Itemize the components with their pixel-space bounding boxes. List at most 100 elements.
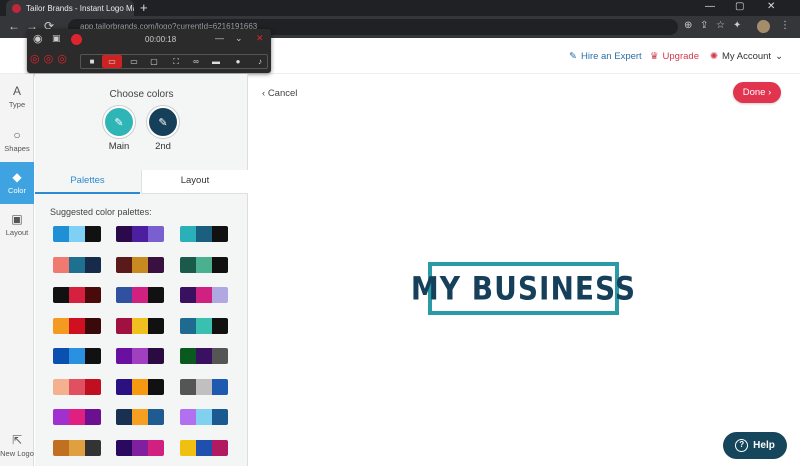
- bookmark-star-icon[interactable]: ☆: [716, 20, 725, 31]
- recorder-menu-icon[interactable]: ◉: [33, 32, 43, 45]
- palette-option[interactable]: [116, 287, 164, 303]
- palette-color-chip: [85, 317, 101, 334]
- palette-option[interactable]: [53, 317, 101, 334]
- palette-option[interactable]: [53, 439, 101, 456]
- palette-option[interactable]: [116, 439, 164, 456]
- record-button[interactable]: [71, 34, 82, 45]
- recorder-collapse-icon[interactable]: ⌄: [235, 33, 243, 44]
- palette-color-chip: [148, 256, 164, 273]
- palette-option[interactable]: [53, 226, 101, 242]
- type-icon: A: [12, 84, 21, 98]
- palette-color-chip: [132, 378, 148, 395]
- link-icon[interactable]: ∞: [186, 55, 206, 68]
- back-arrow-icon[interactable]: ←: [8, 19, 20, 33]
- palette-option[interactable]: [53, 348, 101, 364]
- palette-color-chip: [132, 409, 148, 425]
- close-window-button[interactable]: ✕: [767, 1, 775, 12]
- palette-option[interactable]: [53, 409, 101, 425]
- palette-color-chip: [116, 287, 132, 303]
- window-icon[interactable]: ▢: [144, 55, 164, 68]
- screen-webcam-icon[interactable]: ▭: [102, 55, 122, 68]
- logo-preview[interactable]: MY BUSINESS: [411, 262, 635, 315]
- palette-option[interactable]: [116, 226, 164, 242]
- palette-option[interactable]: [116, 256, 164, 273]
- palette-color-chip: [132, 226, 148, 242]
- droplet-icon: ◆: [12, 170, 22, 184]
- palette-color-chip: [180, 378, 196, 395]
- palette-color-chip: [53, 226, 69, 242]
- main-color-picker[interactable]: ✎: [103, 106, 135, 138]
- palette-color-chip: [85, 256, 101, 273]
- rail-item-color[interactable]: ◆ Color: [0, 162, 34, 204]
- new-logo-button[interactable]: ⇱ New Logo: [0, 433, 34, 463]
- palette-option[interactable]: [180, 409, 228, 425]
- palette-color-chip: [85, 287, 101, 303]
- cancel-button[interactable]: ‹ Cancel: [262, 88, 297, 99]
- palette-option[interactable]: [116, 378, 164, 395]
- hire-expert-link[interactable]: ✎ Hire an Expert: [569, 51, 642, 62]
- mic-icon[interactable]: ●: [228, 55, 248, 68]
- fullscreen-icon[interactable]: ⛶: [166, 55, 186, 68]
- share-icon[interactable]: ⇪: [700, 20, 708, 31]
- palette-color-chip: [148, 439, 164, 456]
- browser-tab[interactable]: Tailor Brands - Instant Logo Mak... ×: [6, 0, 134, 16]
- second-color-picker[interactable]: ✎: [147, 106, 179, 138]
- my-account-menu[interactable]: ✺ My Account ⌄: [710, 51, 783, 62]
- palette-option[interactable]: [180, 378, 228, 395]
- palette-color-chip: [196, 409, 212, 425]
- palette-color-chip: [53, 256, 69, 273]
- zoom-icon[interactable]: ⊕: [684, 20, 692, 31]
- palette-color-chip: [196, 378, 212, 395]
- browser-menu-icon[interactable]: ⋮: [780, 20, 790, 31]
- chevron-down-icon: ⌄: [775, 51, 784, 62]
- new-tab-button[interactable]: +: [140, 1, 148, 15]
- palette-color-chip: [85, 409, 101, 425]
- palette-option[interactable]: [116, 409, 164, 425]
- question-icon: ?: [735, 439, 749, 452]
- palette-option[interactable]: [180, 287, 228, 303]
- palette-option[interactable]: [53, 378, 101, 395]
- palette-option[interactable]: [180, 226, 228, 242]
- palette-option[interactable]: [180, 317, 228, 334]
- rail-item-shapes[interactable]: ○ Shapes: [0, 128, 34, 164]
- palette-color-chip: [116, 348, 132, 364]
- done-button[interactable]: Done ›: [733, 82, 781, 103]
- palette-option[interactable]: [53, 287, 101, 303]
- maximize-window-button[interactable]: ▢: [735, 1, 744, 12]
- palette-option[interactable]: [180, 348, 228, 364]
- palette-color-chip: [212, 287, 228, 303]
- palette-option[interactable]: [116, 348, 164, 364]
- palette-color-chip: [85, 378, 101, 395]
- rail-item-type[interactable]: A Type: [0, 84, 34, 120]
- extensions-icon[interactable]: ✦: [733, 20, 741, 31]
- logo-text: MY BUSINESS: [410, 269, 637, 308]
- palette-color-chip: [53, 317, 69, 334]
- recorder-minimize-icon[interactable]: —: [215, 33, 224, 43]
- recorder-close-icon[interactable]: ✕: [256, 33, 264, 44]
- profile-avatar[interactable]: [757, 20, 770, 33]
- palette-option[interactable]: [180, 256, 228, 273]
- minimize-window-button[interactable]: —: [705, 1, 715, 12]
- webcam-icon[interactable]: ■: [82, 55, 102, 68]
- palette-color-chip: [148, 348, 164, 364]
- upgrade-link[interactable]: ♛ Upgrade: [650, 51, 699, 62]
- palette-option[interactable]: [116, 317, 164, 334]
- audio-icon[interactable]: ♪: [250, 55, 270, 68]
- screen-icon[interactable]: ▭: [124, 55, 144, 68]
- lightbulb-icon: ✎: [569, 51, 577, 62]
- palette-color-chip: [180, 226, 196, 242]
- new-logo-label: New Logo: [0, 449, 34, 458]
- palette-color-chip: [212, 226, 228, 242]
- palette-option[interactable]: [53, 256, 101, 273]
- palette-color-chip: [116, 409, 132, 425]
- help-button[interactable]: ? Help: [723, 432, 787, 459]
- main-color-label: Main: [108, 141, 130, 152]
- tab-palettes[interactable]: Palettes: [35, 170, 140, 194]
- choose-colors-title: Choose colors: [109, 89, 174, 100]
- tab-layout[interactable]: Layout: [141, 170, 248, 194]
- camera-icon[interactable]: ▣: [52, 33, 61, 44]
- rail-item-layout[interactable]: ▣ Layout: [0, 212, 34, 248]
- palette-option[interactable]: [180, 439, 228, 456]
- folder-icon[interactable]: ▬: [206, 55, 226, 68]
- new-logo-icon: ⇱: [11, 433, 23, 447]
